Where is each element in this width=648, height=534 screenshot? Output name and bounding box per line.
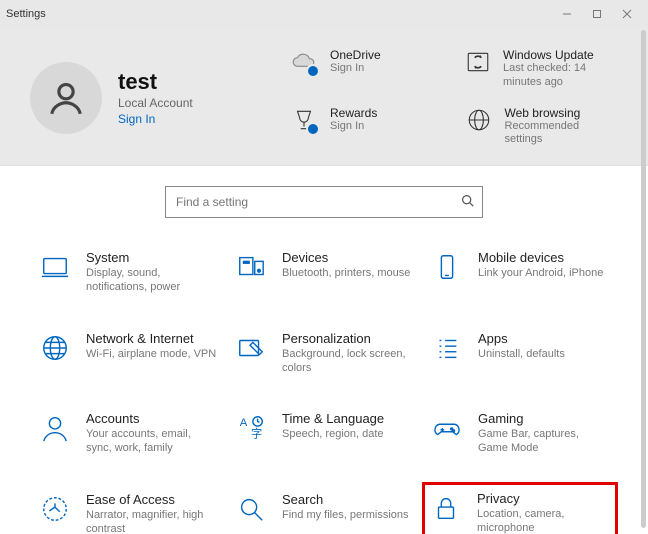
update-icon (465, 48, 491, 76)
header: test Local Account Sign In OneDriveSign … (0, 28, 648, 166)
content: SystemDisplay, sound, notifications, pow… (0, 166, 648, 534)
avatar (30, 62, 102, 134)
accounts-icon (38, 411, 72, 445)
privacy-icon (429, 491, 463, 525)
category-sub: Display, sound, notifications, power (86, 266, 218, 295)
apps-icon (430, 331, 464, 365)
category-sub: Wi-Fi, airplane mode, VPN (86, 347, 216, 361)
tile-sub: Recommended settings (505, 120, 619, 148)
svg-text:字: 字 (251, 427, 262, 441)
tile-title: Windows Update (503, 48, 618, 62)
tile-rewards[interactable]: RewardsSign In (290, 106, 443, 148)
globe-icon (465, 106, 493, 134)
minimize-button[interactable] (552, 4, 582, 24)
account-signin-link[interactable]: Sign In (118, 112, 193, 126)
header-tiles: OneDriveSign In Windows UpdateLast check… (290, 48, 618, 147)
tile-sub: Last checked: 14 minutes ago (503, 62, 618, 90)
status-dot (306, 122, 320, 136)
category-sub: Speech, region, date (282, 427, 384, 441)
tile-onedrive[interactable]: OneDriveSign In (290, 48, 443, 90)
tile-title: Rewards (330, 106, 377, 120)
account-type: Local Account (118, 96, 193, 110)
window-title: Settings (6, 8, 552, 20)
category-devices[interactable]: DevicesBluetooth, printers, mouse (230, 246, 418, 299)
category-title: Network & Internet (86, 331, 216, 346)
tile-sub: Sign In (330, 62, 381, 76)
category-ease-of-access[interactable]: Ease of AccessNarrator, magnifier, high … (34, 488, 222, 534)
category-sub: Uninstall, defaults (478, 347, 565, 361)
category-sub: Game Bar, captures, Game Mode (478, 427, 610, 456)
category-title: Personalization (282, 331, 414, 346)
search-input[interactable] (174, 194, 461, 210)
category-title: Ease of Access (86, 492, 218, 507)
network-icon (38, 331, 72, 365)
category-sub: Background, lock screen, colors (282, 347, 414, 376)
time-language-icon: A字 (234, 411, 268, 445)
category-title: Devices (282, 250, 410, 265)
account-block[interactable]: test Local Account Sign In (30, 48, 290, 147)
category-sub: Link your Android, iPhone (478, 266, 603, 280)
category-apps[interactable]: AppsUninstall, defaults (426, 327, 614, 380)
category-time-language[interactable]: A字 Time & LanguageSpeech, region, date (230, 407, 418, 460)
tile-web-browsing[interactable]: Web browsingRecommended settings (465, 106, 618, 148)
category-personalization[interactable]: PersonalizationBackground, lock screen, … (230, 327, 418, 380)
category-sub: Your accounts, email, sync, work, family (86, 427, 218, 456)
search-icon (461, 194, 474, 210)
titlebar: Settings (0, 0, 648, 28)
maximize-button[interactable] (582, 4, 612, 24)
settings-window: Settings test Local Account Sign In OneD… (0, 0, 648, 534)
svg-text:A: A (240, 417, 248, 429)
category-title: Apps (478, 331, 565, 346)
category-title: Privacy (477, 491, 611, 506)
mobile-icon (430, 250, 464, 284)
gaming-icon (430, 411, 464, 445)
category-system[interactable]: SystemDisplay, sound, notifications, pow… (34, 246, 222, 299)
categories-grid: SystemDisplay, sound, notifications, pow… (34, 246, 614, 534)
search-box[interactable] (165, 186, 483, 218)
tile-windows-update[interactable]: Windows UpdateLast checked: 14 minutes a… (465, 48, 618, 90)
search-category-icon (234, 492, 268, 526)
category-gaming[interactable]: GamingGame Bar, captures, Game Mode (426, 407, 614, 460)
category-sub: Find my files, permissions (282, 508, 409, 522)
category-sub: Location, camera, microphone (477, 507, 611, 534)
category-network[interactable]: Network & InternetWi-Fi, airplane mode, … (34, 327, 222, 380)
status-dot (306, 64, 320, 78)
category-sub: Bluetooth, printers, mouse (282, 266, 410, 280)
category-title: Time & Language (282, 411, 384, 426)
close-button[interactable] (612, 4, 642, 24)
scrollbar[interactable] (641, 30, 646, 528)
account-name: test (118, 69, 193, 95)
tile-title: Web browsing (505, 106, 619, 120)
category-privacy[interactable]: PrivacyLocation, camera, microphone (422, 482, 618, 534)
account-text: test Local Account Sign In (118, 69, 193, 126)
category-search[interactable]: SearchFind my files, permissions (230, 488, 418, 534)
category-accounts[interactable]: AccountsYour accounts, email, sync, work… (34, 407, 222, 460)
onedrive-icon (290, 48, 318, 76)
rewards-icon (290, 106, 318, 134)
system-icon (38, 250, 72, 284)
category-title: Mobile devices (478, 250, 603, 265)
devices-icon (234, 250, 268, 284)
category-title: Accounts (86, 411, 218, 426)
category-title: System (86, 250, 218, 265)
ease-of-access-icon (38, 492, 72, 526)
category-title: Gaming (478, 411, 610, 426)
category-sub: Narrator, magnifier, high contrast (86, 508, 218, 534)
tile-title: OneDrive (330, 48, 381, 62)
personalization-icon (234, 331, 268, 365)
tile-sub: Sign In (330, 120, 377, 134)
category-title: Search (282, 492, 409, 507)
category-mobile[interactable]: Mobile devicesLink your Android, iPhone (426, 246, 614, 299)
